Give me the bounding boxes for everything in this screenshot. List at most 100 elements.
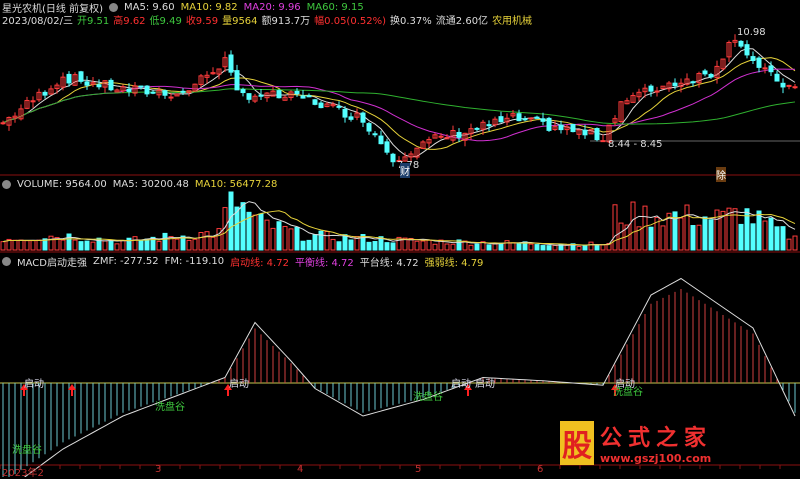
volume-ma5: MA5: 30200.48 (112, 179, 189, 190)
volume-bar (132, 236, 138, 251)
volume-bar (162, 232, 168, 251)
volume-bar (36, 239, 42, 251)
candle (600, 140, 606, 143)
candle (744, 44, 750, 56)
volume-bar (24, 240, 30, 251)
volume-bar (504, 240, 510, 251)
range-label: 8.44 - 8.45 (608, 139, 663, 150)
volume-bar (30, 240, 36, 251)
strength-line-value: 强弱线: 4.79 (424, 258, 484, 269)
volume-bar (582, 244, 588, 251)
volume-bar (714, 209, 720, 251)
volume-bar (348, 239, 354, 251)
volume-bar (90, 241, 96, 251)
watermark-name: 公式之家 (600, 426, 713, 451)
volume-bar (120, 240, 126, 251)
candle (360, 112, 366, 123)
candle (300, 95, 306, 99)
wash-signal: 洗盘谷 (12, 445, 42, 456)
candle (126, 88, 132, 92)
volume-bar (492, 243, 498, 251)
volume-bar (432, 243, 438, 251)
volume-bar (528, 243, 534, 251)
volume-bar (600, 244, 606, 251)
volume-bar (114, 243, 120, 251)
candle (690, 81, 696, 84)
platform-line-value: 平台线: 4.72 (359, 258, 419, 269)
volume-bar (126, 237, 132, 251)
candle (246, 93, 252, 100)
candle (144, 85, 150, 95)
watermark-logo: 股 (560, 420, 594, 465)
settings-icon[interactable] (2, 257, 11, 266)
volume-bar (516, 242, 522, 251)
candle (240, 89, 246, 94)
watermark: 股 公式之家 www.gszj100.com (560, 420, 712, 465)
volume-bar (684, 204, 690, 251)
candle (792, 86, 798, 89)
candle (756, 57, 762, 68)
candle (108, 79, 114, 91)
volume-bar (510, 242, 516, 251)
candle (498, 116, 504, 123)
start-signal: 启动 (475, 379, 495, 390)
volume-bar (258, 213, 264, 251)
volume-bar (12, 239, 18, 251)
wash-signal: 洗盘谷 (413, 392, 443, 403)
candle (336, 105, 342, 108)
candle (486, 124, 492, 127)
candle (774, 73, 780, 82)
volume-bar (762, 220, 768, 251)
volume-bar (708, 219, 714, 251)
chart-canvas[interactable] (0, 0, 800, 477)
volume-bar (696, 224, 702, 251)
candle (180, 90, 186, 93)
volume-bar (546, 245, 552, 251)
candle (234, 70, 240, 91)
candle (258, 94, 264, 97)
start-signal: 启动 (229, 379, 249, 390)
volume-bar (690, 225, 696, 251)
volume-bar (756, 210, 762, 251)
volume-bar (252, 214, 258, 251)
zmf-value: ZMF: -277.52 (92, 256, 159, 267)
volume-bar (84, 240, 90, 251)
volume-bar (612, 204, 618, 251)
candle (348, 116, 354, 120)
candle (570, 123, 576, 133)
volume-bar (342, 234, 348, 251)
volume-bar (780, 226, 786, 251)
settings-icon[interactable] (2, 180, 11, 189)
volume-bar (336, 241, 342, 251)
candle (762, 67, 768, 70)
wash-signal: 洗盘谷 (155, 402, 185, 413)
candle (648, 85, 654, 92)
candle (0, 122, 6, 125)
candle (162, 90, 168, 96)
volume-bar (744, 208, 750, 251)
candle (702, 70, 708, 75)
start-signal: 启动 (451, 379, 471, 390)
volume-value: VOLUME: 9564.00 (17, 179, 107, 190)
volume-bar (240, 202, 246, 251)
volume-bar (138, 239, 144, 251)
volume-bar (186, 239, 192, 251)
volume-bar (618, 222, 624, 251)
financial-report-marker[interactable]: 财 (400, 163, 410, 178)
volume-bar (630, 201, 636, 251)
fm-value: FM: -119.10 (164, 256, 225, 267)
volume-bar (330, 238, 336, 251)
candle (42, 91, 48, 96)
candle (378, 135, 384, 145)
x-tick: 6 (537, 464, 544, 475)
x-tick: 5 (415, 464, 422, 475)
volume-bar (792, 235, 798, 251)
candle (528, 117, 534, 120)
volume-bar (642, 205, 648, 251)
candle (522, 118, 528, 121)
candle (390, 153, 396, 163)
macd-header: MACD启动走强 ZMF: -277.52 FM: -119.10 启动线: 4… (2, 255, 484, 269)
candle (366, 123, 372, 132)
ex-dividend-marker[interactable]: 除 (716, 167, 726, 182)
candle (150, 91, 156, 94)
